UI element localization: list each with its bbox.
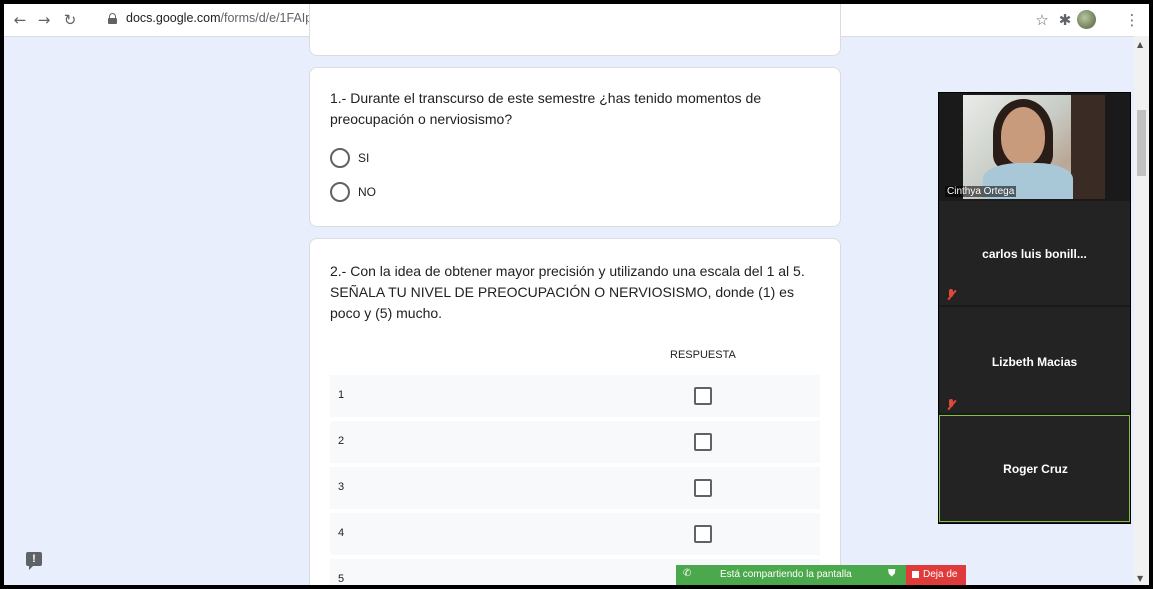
feedback-icon[interactable]: !: [26, 552, 42, 570]
url-domain: docs.google.com: [126, 11, 221, 25]
grid-row: 3: [330, 467, 820, 509]
scroll-down-arrow-icon[interactable]: ▼: [1137, 574, 1143, 583]
participant-name: carlos luis bonill...: [982, 247, 1087, 261]
participant-tile[interactable]: Lizbeth Macias: [939, 307, 1130, 413]
participant-name: Cinthya Ortega: [945, 186, 1017, 197]
stop-square-icon: [912, 571, 919, 578]
back-arrow-icon[interactable]: ←: [10, 10, 30, 30]
question-title: 1.- Durante el transcurso de este semest…: [330, 90, 762, 127]
lock-icon: [108, 13, 117, 24]
screen: ← → ↻ docs.google.com/forms/d/e/1FAIpQLS…: [4, 4, 1149, 585]
grid-row: 1: [330, 375, 820, 417]
zoom-participants-panel: Cinthya Ortega carlos luis bonill... Liz…: [938, 92, 1131, 524]
radio-circle-icon[interactable]: [330, 182, 350, 202]
question-card-2: 2.- Con la idea de obtener mayor precisi…: [309, 238, 841, 585]
participant-name: Lizbeth Macias: [991, 355, 1078, 369]
participant-video: [963, 95, 1105, 199]
participant-name: Roger Cruz: [1003, 462, 1068, 476]
muted-mic-icon: [946, 399, 957, 411]
stop-share-button[interactable]: Deja de: [906, 565, 966, 585]
screen-share-status-bar: ✆ Está compartiendo la pantalla ⛊: [676, 565, 908, 585]
grid-row: 2: [330, 421, 820, 463]
grid-row-label: 2: [338, 435, 345, 447]
extension-avatar-icon[interactable]: [1077, 10, 1096, 29]
scroll-thumb[interactable]: [1137, 110, 1146, 176]
grid-row-label: 5: [338, 573, 345, 585]
kebab-menu-icon[interactable]: ⋮: [1122, 10, 1142, 30]
question-title: 2.- Con la idea de obtener mayor precisi…: [330, 263, 805, 321]
participant-tile[interactable]: carlos luis bonill...: [939, 201, 1130, 305]
radio-label: NO: [358, 185, 376, 199]
shield-icon: ⛊: [888, 568, 896, 579]
phone-icon: ✆: [683, 568, 692, 579]
scroll-up-arrow-icon[interactable]: ▲: [1137, 40, 1143, 49]
forward-arrow-icon[interactable]: →: [34, 10, 54, 30]
checkbox[interactable]: [694, 433, 712, 451]
puzzle-icon[interactable]: ✱: [1055, 10, 1075, 30]
page-scrollbar[interactable]: ▲ ▼: [1134, 36, 1149, 585]
checkbox[interactable]: [694, 479, 712, 497]
grid-row-label: 4: [338, 527, 345, 539]
form-card-previous: [309, 4, 841, 56]
grid-row-label: 1: [338, 389, 345, 401]
question-card-1: 1.- Durante el transcurso de este semest…: [309, 67, 841, 227]
grid-row-label: 3: [338, 481, 345, 493]
radio-label: SI: [358, 151, 370, 165]
checkbox[interactable]: [694, 525, 712, 543]
share-status-text: Está compartiendo la pantalla: [720, 569, 852, 580]
radio-circle-icon[interactable]: [330, 148, 350, 168]
grid-column-header: RESPUESTA: [670, 349, 736, 361]
grid-row: 4: [330, 513, 820, 555]
participant-video-tile[interactable]: Cinthya Ortega: [939, 93, 1130, 201]
bookmark-star-icon[interactable]: ☆: [1032, 10, 1052, 30]
participant-tile-active-speaker[interactable]: Roger Cruz: [939, 415, 1130, 522]
muted-mic-icon: [946, 289, 957, 301]
checkbox[interactable]: [694, 387, 712, 405]
stop-share-label: Deja de: [923, 569, 958, 580]
reload-icon[interactable]: ↻: [60, 10, 80, 30]
